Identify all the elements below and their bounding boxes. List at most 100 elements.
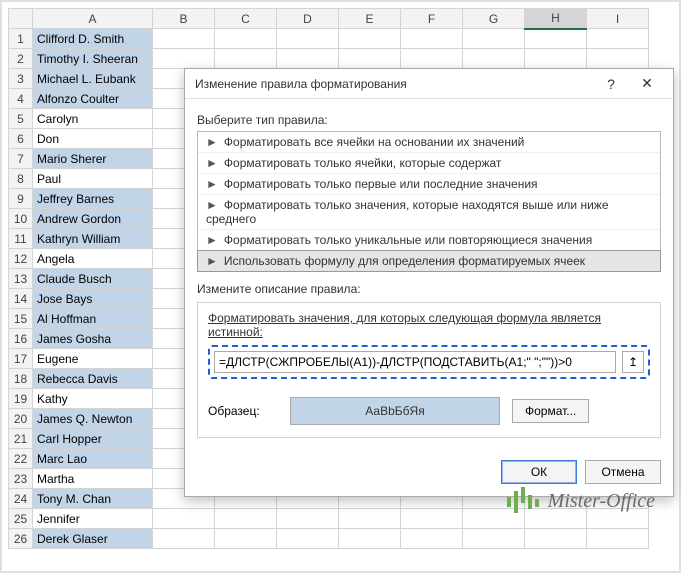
cell[interactable] — [525, 529, 587, 549]
cell[interactable]: Kathryn William — [33, 229, 153, 249]
row-header[interactable]: 23 — [9, 469, 33, 489]
cell[interactable] — [215, 529, 277, 549]
column-header-C[interactable]: C — [215, 9, 277, 29]
cell[interactable] — [463, 29, 525, 49]
rule-type-item[interactable]: ►Форматировать только ячейки, которые со… — [198, 153, 660, 174]
row-header[interactable]: 5 — [9, 109, 33, 129]
cell[interactable]: Kathy — [33, 389, 153, 409]
cell[interactable]: Mario Sherer — [33, 149, 153, 169]
close-button[interactable]: ✕ — [629, 70, 665, 98]
cell[interactable] — [401, 49, 463, 69]
column-header-H[interactable]: H — [525, 9, 587, 29]
cell[interactable] — [277, 509, 339, 529]
cell[interactable] — [277, 529, 339, 549]
cell[interactable] — [401, 29, 463, 49]
cell[interactable] — [339, 529, 401, 549]
row-header[interactable]: 1 — [9, 29, 33, 49]
cell[interactable]: Eugene — [33, 349, 153, 369]
row-header[interactable]: 18 — [9, 369, 33, 389]
cell[interactable] — [401, 529, 463, 549]
rule-type-item[interactable]: ►Форматировать только первые или последн… — [198, 174, 660, 195]
cell[interactable]: Derek Glaser — [33, 529, 153, 549]
cell[interactable] — [401, 509, 463, 529]
range-selector-button[interactable]: ↥ — [622, 351, 644, 373]
row-header[interactable]: 21 — [9, 429, 33, 449]
column-header-E[interactable]: E — [339, 9, 401, 29]
row-header[interactable]: 10 — [9, 209, 33, 229]
row-header[interactable]: 20 — [9, 409, 33, 429]
cell[interactable]: Martha — [33, 469, 153, 489]
row-header[interactable]: 14 — [9, 289, 33, 309]
cell[interactable]: Paul — [33, 169, 153, 189]
cell[interactable]: Jeffrey Barnes — [33, 189, 153, 209]
cell[interactable]: James Gosha — [33, 329, 153, 349]
column-header-G[interactable]: G — [463, 9, 525, 29]
row-header[interactable]: 7 — [9, 149, 33, 169]
rule-type-item[interactable]: ►Форматировать только уникальные или пов… — [198, 230, 660, 251]
formula-input[interactable] — [214, 351, 616, 373]
cell[interactable]: Tony M. Chan — [33, 489, 153, 509]
cell[interactable] — [525, 49, 587, 69]
cell[interactable]: Marc Lao — [33, 449, 153, 469]
cell[interactable] — [153, 509, 215, 529]
cell[interactable] — [587, 49, 649, 69]
row-header[interactable]: 9 — [9, 189, 33, 209]
row-header[interactable]: 6 — [9, 129, 33, 149]
row-header[interactable]: 26 — [9, 529, 33, 549]
rule-type-item[interactable]: ►Форматировать только значения, которые … — [198, 195, 660, 230]
row-header[interactable]: 17 — [9, 349, 33, 369]
cell[interactable] — [153, 49, 215, 69]
row-header[interactable]: 15 — [9, 309, 33, 329]
format-button[interactable]: Формат... — [512, 399, 589, 423]
cell[interactable] — [153, 529, 215, 549]
column-header-I[interactable]: I — [587, 9, 649, 29]
cell[interactable] — [215, 49, 277, 69]
rule-type-list[interactable]: ►Форматировать все ячейки на основании и… — [197, 131, 661, 272]
column-header-A[interactable]: A — [33, 9, 153, 29]
cell[interactable] — [339, 29, 401, 49]
cell[interactable] — [525, 29, 587, 49]
ok-button[interactable]: ОК — [501, 460, 577, 484]
cell[interactable] — [215, 29, 277, 49]
row-header[interactable]: 16 — [9, 329, 33, 349]
cell[interactable]: Michael L. Eubank — [33, 69, 153, 89]
cancel-button[interactable]: Отмена — [585, 460, 661, 484]
cell[interactable] — [215, 509, 277, 529]
cell[interactable]: Angela — [33, 249, 153, 269]
cell[interactable]: Carl Hopper — [33, 429, 153, 449]
row-header[interactable]: 4 — [9, 89, 33, 109]
cell[interactable] — [587, 29, 649, 49]
cell[interactable]: Rebecca Davis — [33, 369, 153, 389]
cell[interactable]: Al Hoffman — [33, 309, 153, 329]
column-header-B[interactable]: B — [153, 9, 215, 29]
cell[interactable] — [277, 49, 339, 69]
row-header[interactable]: 11 — [9, 229, 33, 249]
cell[interactable] — [153, 29, 215, 49]
cell[interactable]: Claude Busch — [33, 269, 153, 289]
row-header[interactable]: 19 — [9, 389, 33, 409]
help-button[interactable]: ? — [593, 70, 629, 98]
cell[interactable]: Jennifer — [33, 509, 153, 529]
cell[interactable]: Timothy I. Sheeran — [33, 49, 153, 69]
row-header[interactable]: 25 — [9, 509, 33, 529]
cell[interactable]: Don — [33, 129, 153, 149]
cell[interactable] — [339, 49, 401, 69]
cell[interactable]: Clifford D. Smith — [33, 29, 153, 49]
cell[interactable] — [463, 49, 525, 69]
cell[interactable] — [339, 509, 401, 529]
column-header-D[interactable]: D — [277, 9, 339, 29]
row-header[interactable]: 22 — [9, 449, 33, 469]
cell[interactable] — [587, 529, 649, 549]
row-header[interactable]: 24 — [9, 489, 33, 509]
select-all-corner[interactable] — [9, 9, 33, 29]
cell[interactable] — [463, 529, 525, 549]
cell[interactable]: James Q. Newton — [33, 409, 153, 429]
cell[interactable] — [277, 29, 339, 49]
row-header[interactable]: 2 — [9, 49, 33, 69]
cell[interactable]: Jose Bays — [33, 289, 153, 309]
row-header[interactable]: 8 — [9, 169, 33, 189]
rule-type-item[interactable]: ►Форматировать все ячейки на основании и… — [198, 132, 660, 153]
row-header[interactable]: 12 — [9, 249, 33, 269]
cell[interactable]: Carolyn — [33, 109, 153, 129]
rule-type-item[interactable]: ►Использовать формулу для определения фо… — [197, 250, 661, 272]
